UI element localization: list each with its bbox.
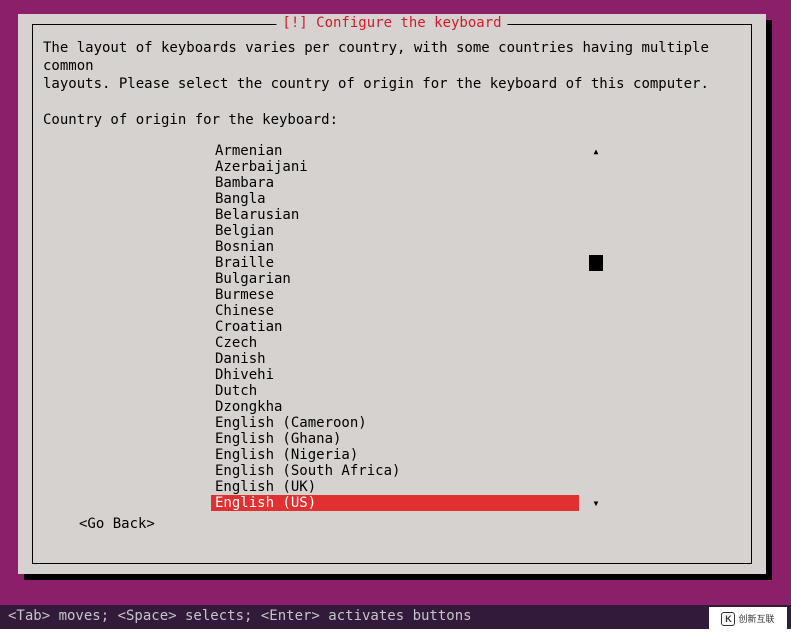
scroll-track (589, 159, 603, 175)
scroll-track (589, 415, 603, 431)
list-item[interactable]: Braille (211, 255, 579, 271)
list-item[interactable]: Bambara (211, 175, 579, 191)
dialog-prompt: Country of origin for the keyboard: (43, 111, 741, 129)
scroll-track (589, 431, 603, 447)
scroll-track (589, 239, 603, 255)
list-item[interactable]: Dhivehi (211, 367, 579, 383)
list-item[interactable]: English (South Africa) (211, 463, 579, 479)
scroll-down-icon[interactable]: ▾ (589, 495, 603, 511)
list-item[interactable]: Belarusian (211, 207, 579, 223)
list-item[interactable]: Armenian (211, 143, 579, 159)
dialog-description-line1: The layout of keyboards varies per count… (43, 39, 741, 75)
list-item[interactable]: Bosnian (211, 239, 579, 255)
list-item[interactable]: Czech (211, 335, 579, 351)
list-item[interactable]: English (UK) (211, 479, 579, 495)
list-item[interactable]: Dutch (211, 383, 579, 399)
scroll-track (589, 351, 603, 367)
list-item[interactable]: English (US) (211, 495, 579, 511)
go-back-button[interactable]: <Go Back> (79, 517, 155, 531)
list-item[interactable]: Danish (211, 351, 579, 367)
scroll-track (589, 303, 603, 319)
scroll-track (589, 207, 603, 223)
watermark: K 创新互联 (709, 607, 787, 631)
scroll-track (589, 463, 603, 479)
list-item[interactable]: Azerbaijani (211, 159, 579, 175)
scroll-track (589, 367, 603, 383)
list-item[interactable]: Belgian (211, 223, 579, 239)
configure-keyboard-dialog: [!] Configure the keyboard The layout of… (18, 14, 766, 574)
list-item[interactable]: Croatian (211, 319, 579, 335)
scroll-track (589, 335, 603, 351)
scroll-up-icon[interactable]: ▴ (589, 143, 603, 159)
scroll-track (589, 223, 603, 239)
installer-screen: [!] Configure the keyboard The layout of… (0, 0, 791, 605)
scroll-track (589, 271, 603, 287)
list-item[interactable]: Burmese (211, 287, 579, 303)
keyboard-layout-list[interactable]: ArmenianAzerbaijaniBambaraBanglaBelarusi… (211, 143, 631, 511)
list-item[interactable]: English (Cameroon) (211, 415, 579, 431)
list-item[interactable]: Dzongkha (211, 399, 579, 415)
hint-bar: <Tab> moves; <Space> selects; <Enter> ac… (0, 605, 791, 629)
watermark-text: 创新互联 (738, 615, 774, 624)
list-item[interactable]: Bangla (211, 191, 579, 207)
scroll-track (589, 191, 603, 207)
list-item[interactable]: Chinese (211, 303, 579, 319)
list-item[interactable]: Bulgarian (211, 271, 579, 287)
scroll-track (589, 175, 603, 191)
scroll-track (589, 479, 603, 495)
scroll-track (589, 383, 603, 399)
dialog-frame: [!] Configure the keyboard The layout of… (32, 24, 752, 564)
dialog-title: [!] Configure the keyboard (276, 16, 507, 30)
scroll-track (589, 399, 603, 415)
list-item[interactable]: English (Ghana) (211, 431, 579, 447)
list-scrollbar[interactable]: ▴▾ (589, 143, 603, 511)
scroll-track (589, 287, 603, 303)
dialog-description-line2: layouts. Please select the country of or… (43, 75, 741, 93)
scroll-track (589, 319, 603, 335)
watermark-logo-icon: K (721, 612, 735, 626)
list-item[interactable]: English (Nigeria) (211, 447, 579, 463)
scroll-thumb[interactable] (589, 255, 603, 271)
scroll-track (589, 447, 603, 463)
